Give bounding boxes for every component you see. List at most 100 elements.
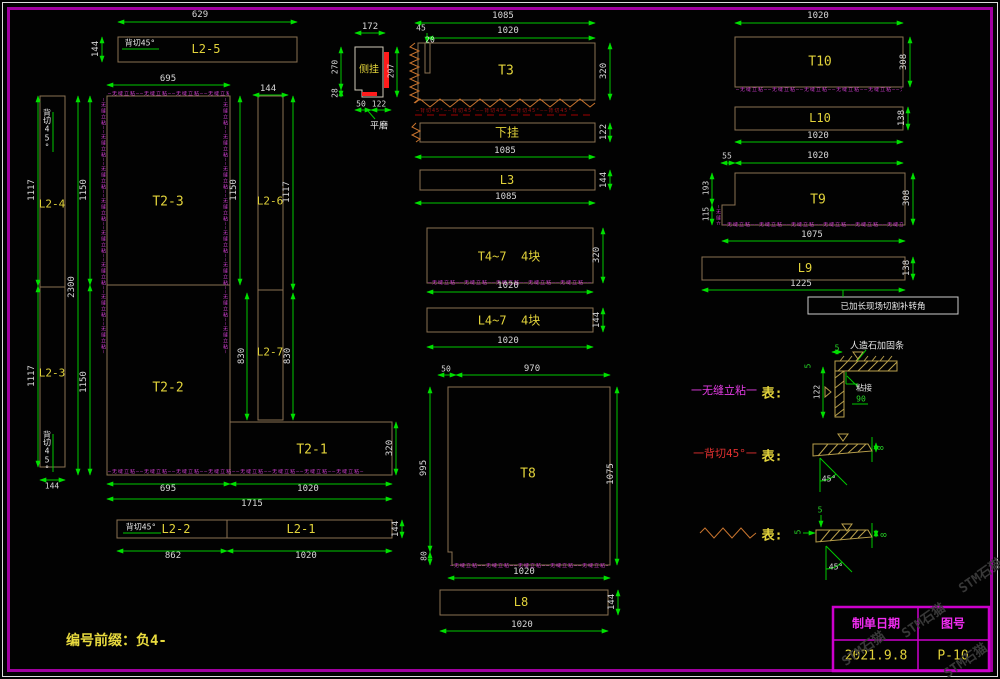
dim-1117-a: 1117 <box>27 179 37 201</box>
note-backcut-l2-4: 背切45° <box>42 109 53 152</box>
dim-144-l21: 144 <box>391 521 401 537</box>
dim-308-t9: 308 <box>902 190 912 206</box>
dim-5-leg3: 5 <box>818 506 823 515</box>
dim-50-sh: 50 <box>356 100 366 109</box>
dim-308-t10: 308 <box>899 54 909 70</box>
dim-1150-a: 1150 <box>79 179 89 201</box>
dim-1075-t9: 1075 <box>801 230 823 240</box>
seam-edge-bottom: —无缝立粘——无缝立粘——无缝立粘——无缝立粘——无缝立粘——无缝立粘——无缝立… <box>108 469 391 475</box>
panel-label-t4-7: T4~7 4块 <box>478 248 541 265</box>
dim-144-l26: 144 <box>260 84 276 94</box>
dim-122-sh: 122 <box>372 100 386 109</box>
dim-695-bot: 695 <box>160 484 176 494</box>
dim-28-sh: 28 <box>331 88 340 98</box>
dim-695-top: 695 <box>160 74 176 84</box>
dim-5-leg1: 5 <box>835 344 840 353</box>
dim-1020-t3: 1020 <box>497 26 519 36</box>
dim-45deg-leg3: 45° <box>829 563 843 572</box>
dim-1020-l4: 1020 <box>497 336 519 346</box>
dim-138-l10: 138 <box>897 110 907 126</box>
panel-label-l2-2: L2-2 <box>162 522 191 536</box>
dim-193-t9: 193 <box>702 181 711 195</box>
dim-144-l3: 144 <box>599 172 609 188</box>
dim-1150-b: 1150 <box>79 371 89 393</box>
dim-5-leg3-side: 5 <box>794 530 803 535</box>
dim-320-t21: 320 <box>385 440 395 456</box>
panel-label-l3: L3 <box>500 173 514 187</box>
dim-629: 629 <box>192 10 208 20</box>
dim-1085-xg: 1085 <box>494 146 516 156</box>
cad-drawing-sheet: —无缝立粘——无缝立粘——无缝立粘——无缝立粘——无缝立粘——无缝立粘——无缝立… <box>0 0 1000 679</box>
dim-138-l9: 138 <box>902 260 912 276</box>
dim-115-t9: 115 <box>702 207 711 221</box>
dim-1020-l10: 1020 <box>807 131 829 141</box>
dim-1020-l8: 1020 <box>511 620 533 630</box>
dim-2300: 2300 <box>67 276 77 298</box>
numbering-prefix: 编号前缀：负4- <box>66 630 167 650</box>
dim-830-a: 830 <box>237 348 247 364</box>
panel-label-l2-7: L2-7 <box>257 346 284 359</box>
dim-1020-l21: 1020 <box>295 551 317 561</box>
panel-label-l4-7: L4~7 4块 <box>478 312 541 329</box>
panel-label-t3: T3 <box>498 64 514 79</box>
panel-label-l2-6: L2-6 <box>257 195 284 208</box>
panel-label-t2-2: T2-2 <box>152 381 183 396</box>
panel-label-l8: L8 <box>514 595 528 609</box>
dim-1117-b: 1117 <box>27 365 37 387</box>
back-cut-edge-row: —背切45°——背切45°——背切45°——背切45°——背切45°— <box>416 108 595 114</box>
panel-label-t2-1: T2-1 <box>296 443 327 458</box>
dim-1225-l9: 1225 <box>790 279 812 289</box>
seam-edge-left: —无缝立粘——无缝立粘——无缝立粘——无缝立粘——无缝立粘——无缝立粘——无缝立… <box>100 98 106 473</box>
dim-970-t8: 970 <box>524 364 540 374</box>
dim-45deg-leg2: 45° <box>822 475 836 484</box>
dim-1020-t10: 1020 <box>807 11 829 21</box>
dim-144-l4: 144 <box>592 312 602 328</box>
legend-back-means: 表: <box>762 446 783 465</box>
legend-back-cut: 一背切45°一 <box>693 445 757 461</box>
note-backcut-l2-5: 背切45° <box>125 38 155 49</box>
dim-1020-t8: 1020 <box>513 567 535 577</box>
panel-label-l2-4: L2-4 <box>39 198 66 211</box>
dim-5-leg1-side: 5 <box>804 364 813 369</box>
dim-1020-t9: 1020 <box>807 151 829 161</box>
titleblock-drawingno-label: 图号 <box>941 615 965 632</box>
panel-label-t9: T9 <box>810 193 826 208</box>
dim-1715: 1715 <box>241 499 263 509</box>
dim-122-xg: 122 <box>599 124 609 140</box>
dim-55-t9: 55 <box>722 152 732 161</box>
legend-seam-glue: 一无缝立粘一 <box>691 382 757 398</box>
note-backcut-l2-3: 背切45° <box>42 431 53 474</box>
panel-label-l2-5: L2-5 <box>192 42 221 56</box>
dim-50-t8: 50 <box>441 365 451 374</box>
note-flat-grind: 平磨 <box>370 119 388 132</box>
seam-edge-right: —无缝立粘——无缝立粘——无缝立粘——无缝立粘——无缝立粘——无缝立粘——无缝立… <box>222 98 228 420</box>
seam-edge-top: —无缝立粘——无缝立粘——无缝立粘——无缝立粘——无缝立粘——无缝立粘——无缝立… <box>108 91 229 97</box>
dim-1075-t8: 1075 <box>606 463 616 485</box>
dim-320-t3: 320 <box>599 63 609 79</box>
note-bonding: 粘接 <box>856 383 872 394</box>
seam-edge-t10: —无缝立粘——无缝立粘——无缝立粘——无缝立粘——无缝立粘——无缝立粘——无缝立… <box>736 87 902 93</box>
dim-320-t4: 320 <box>592 247 602 263</box>
panel-label-t10: T10 <box>808 55 831 70</box>
panel-label-xiagua: 下挂 <box>495 124 519 141</box>
panel-label-l10: L10 <box>809 111 831 125</box>
panel-label-l9: L9 <box>798 261 812 275</box>
seam-edge-t9-left: —无缝立粘——无缝立粘——无缝立粘——无缝立粘——无缝立粘——无缝立粘——无缝立… <box>715 205 721 225</box>
dim-1020-t4: 1020 <box>497 281 519 291</box>
legend-seam-means: 表: <box>762 383 783 402</box>
dim-1085-l3: 1085 <box>495 192 517 202</box>
dim-144-l25: 144 <box>91 41 101 57</box>
leader-lines <box>53 49 872 580</box>
panel-label-t8: T8 <box>520 467 536 482</box>
dim-995-t8: 995 <box>419 460 429 476</box>
dim-20-t3: 20 <box>425 36 435 45</box>
dim-122-leg1: 122 <box>813 385 822 399</box>
dim-80-t8: 80 <box>420 551 429 561</box>
dim-8-leg2: 8 <box>877 446 886 451</box>
dim-1020-t21: 1020 <box>297 484 319 494</box>
dim-8-leg3: 8 <box>880 533 889 538</box>
panel-label-t2-3: T2-3 <box>152 195 183 210</box>
dim-1117-l26: 1117 <box>282 181 292 203</box>
panel-label-cegua: 侧挂 <box>359 61 379 76</box>
note-backcut-l2-2: 背切45° <box>126 522 156 533</box>
